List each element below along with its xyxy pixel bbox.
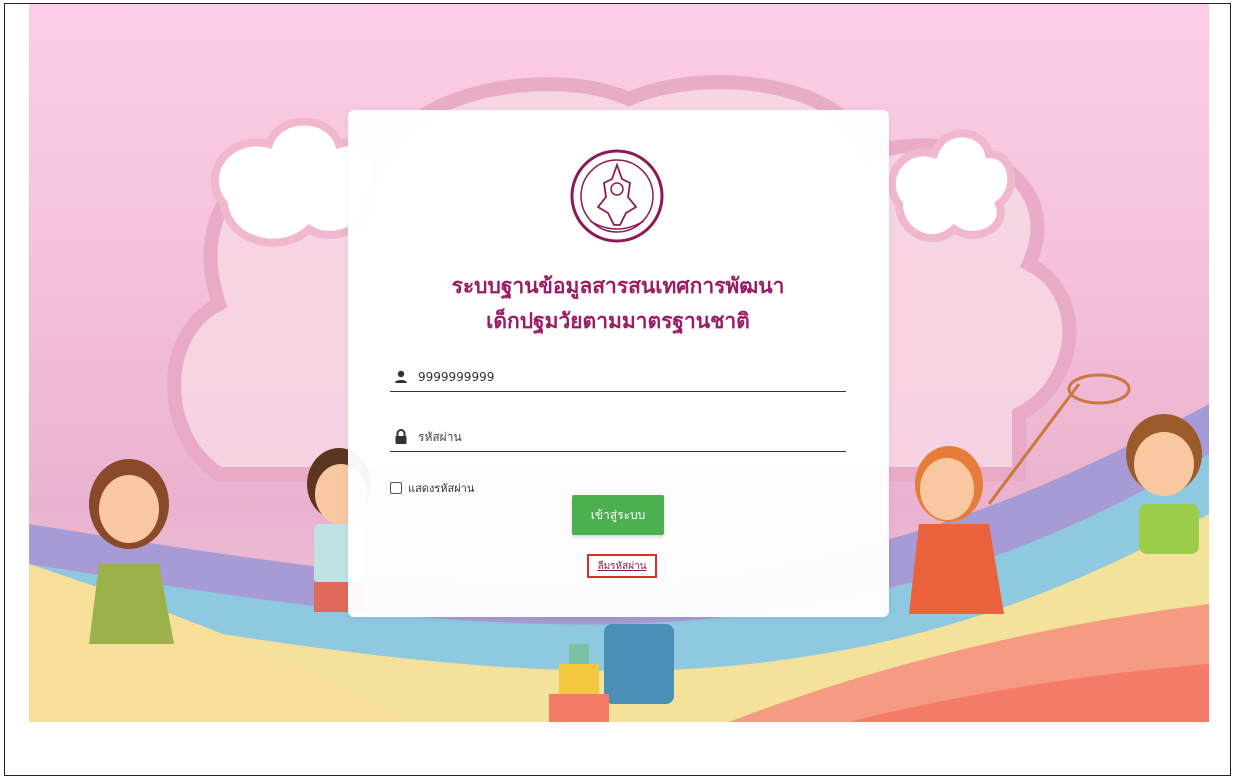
page-title-line2: เด็กปฐมวัยตามมาตรฐานชาติ — [486, 309, 750, 333]
show-password-checkbox[interactable] — [390, 482, 402, 494]
forgot-password-link[interactable]: ลืมรหัสผ่าน — [587, 554, 657, 578]
username-field — [390, 365, 846, 392]
show-password-toggle[interactable]: แสดงรหัสผ่าน — [390, 480, 474, 496]
username-input[interactable] — [418, 366, 838, 388]
password-field — [390, 425, 846, 452]
show-password-label: แสดงรหัสผ่าน — [408, 482, 475, 495]
user-icon — [395, 370, 407, 383]
lock-icon — [395, 429, 407, 444]
password-input[interactable] — [418, 426, 838, 448]
government-seal-icon — [570, 149, 664, 243]
login-button[interactable]: เข้าสู่ระบบ — [572, 495, 664, 535]
page-title-line1: ระบบฐานข้อมูลสารสนเทศการพัฒนา — [451, 274, 785, 298]
